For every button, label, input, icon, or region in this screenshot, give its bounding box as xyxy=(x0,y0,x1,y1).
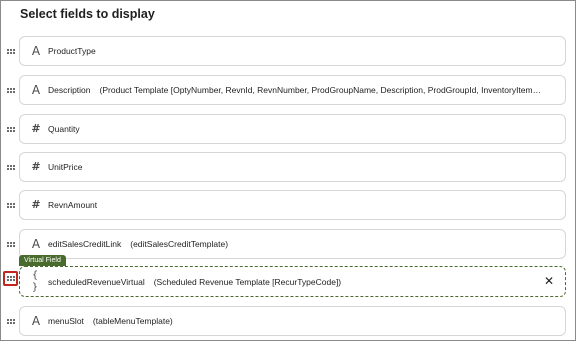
number-type-icon: # xyxy=(31,160,41,173)
field-template: (Scheduled Revenue Template [RecurTypeCo… xyxy=(153,276,342,287)
field-row-unitprice: # UnitPrice xyxy=(1,152,575,182)
field-name: menuSlot xyxy=(48,316,84,326)
close-icon[interactable]: ✕ xyxy=(544,274,554,288)
drag-handle-icon[interactable] xyxy=(5,84,17,96)
field-name: ProductType xyxy=(48,46,96,56)
drag-handle-icon[interactable] xyxy=(5,123,17,135)
field-template: (editSalesCreditTemplate) xyxy=(130,239,229,249)
field-row-menuslot: A menuSlot (tableMenuTemplate) xyxy=(1,306,575,336)
field-card[interactable]: # RevnAmount xyxy=(19,190,566,220)
text-type-icon: A xyxy=(31,314,41,328)
drag-handle-icon[interactable] xyxy=(3,271,18,286)
drag-handle-icon[interactable] xyxy=(5,161,17,173)
field-row-quantity: # Quantity xyxy=(1,114,575,144)
drag-handle-icon[interactable] xyxy=(5,315,17,327)
drag-handle-icon[interactable] xyxy=(5,238,17,250)
field-row-producttype: A ProductType xyxy=(1,36,575,66)
field-name: Quantity xyxy=(48,124,80,134)
field-name: RevnAmount xyxy=(48,200,98,210)
text-type-icon: A xyxy=(31,44,41,58)
field-card[interactable]: A editSalesCreditLink (editSalesCreditTe… xyxy=(19,229,566,259)
field-name: scheduledRevenueVirtual xyxy=(48,276,145,287)
virtual-field-card[interactable]: { } scheduledRevenueVirtual (Scheduled R… xyxy=(19,266,566,297)
braces-icon: { } xyxy=(31,269,39,293)
field-card[interactable]: # UnitPrice xyxy=(19,152,566,182)
field-card[interactable]: A Description (Product Template [OptyNum… xyxy=(19,75,566,105)
drag-handle-icon[interactable] xyxy=(5,45,17,57)
field-row-revnamount: # RevnAmount xyxy=(1,190,575,220)
field-row-editsalescreditlink: A editSalesCreditLink (editSalesCreditTe… xyxy=(1,229,575,259)
field-card[interactable]: A menuSlot (tableMenuTemplate) xyxy=(19,306,566,336)
field-row-scheduledrevenuevirtual: { } scheduledRevenueVirtual (Scheduled R… xyxy=(1,266,575,297)
field-template: (tableMenuTemplate) xyxy=(92,316,173,326)
number-type-icon: # xyxy=(31,122,41,135)
field-name: UnitPrice xyxy=(48,162,83,172)
panel-title: Select fields to display xyxy=(20,7,155,21)
drag-handle-icon[interactable] xyxy=(5,199,17,211)
number-type-icon: # xyxy=(31,198,41,211)
field-template: (Product Template [OptyNumber, RevnId, R… xyxy=(99,85,542,95)
field-name: Description xyxy=(48,85,91,95)
text-type-icon: A xyxy=(31,237,41,251)
field-card[interactable]: # Quantity xyxy=(19,114,566,144)
field-selector-panel: Select fields to display A ProductType A… xyxy=(0,0,576,341)
field-name: editSalesCreditLink xyxy=(48,239,122,249)
text-type-icon: A xyxy=(31,83,41,97)
field-card[interactable]: A ProductType xyxy=(19,36,566,66)
virtual-field-badge: Virtual Field xyxy=(19,255,66,266)
field-row-description: A Description (Product Template [OptyNum… xyxy=(1,75,575,105)
